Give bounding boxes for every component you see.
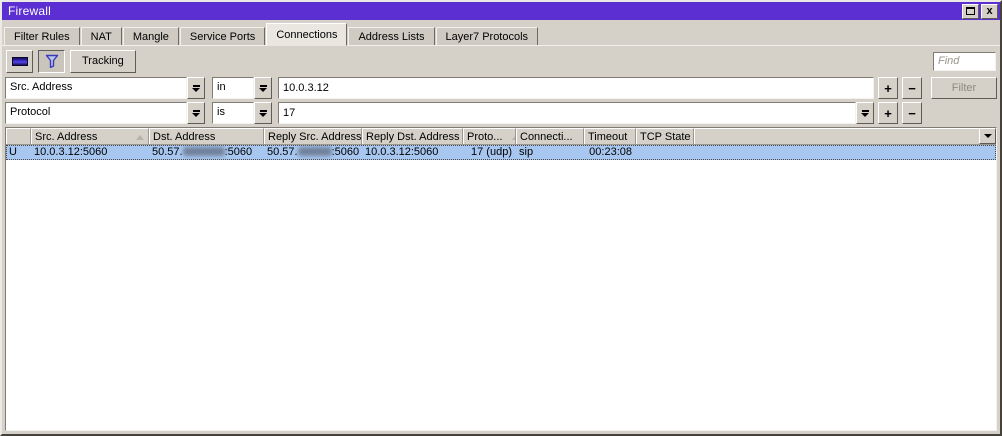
close-button[interactable]: x <box>981 3 998 19</box>
dst-address-prefix: 50.57. <box>152 146 183 158</box>
cell-reply-src-address: 50.57. :5060 <box>264 145 362 160</box>
filter-value-input-protocol[interactable] <box>278 102 856 124</box>
add-filter-button[interactable]: + <box>878 77 898 99</box>
filter-field-combo[interactable]: Src. Address <box>5 77 205 99</box>
reply-src-suffix: :5060 <box>331 146 360 158</box>
filter-field-value: Protocol <box>5 102 187 124</box>
dropdown-icon <box>259 109 267 117</box>
filter-field-value: Src. Address <box>5 77 187 99</box>
cell-timeout: 00:23:08 <box>589 146 632 158</box>
window-title: Firewall <box>8 4 51 18</box>
firewall-window: Firewall x Filter Rules NAT Mangle Servi… <box>0 0 1002 436</box>
sort-ascending-icon <box>136 135 144 140</box>
filter-operator-combo[interactable]: is <box>212 102 254 124</box>
cell-reply-dst-address: 10.0.3.12:5060 <box>365 146 439 158</box>
filter-field-combo[interactable]: Protocol <box>5 102 205 124</box>
maximize-icon <box>966 7 975 15</box>
filter-operator-value: in <box>212 77 254 99</box>
cell-tcp-state <box>636 145 694 160</box>
dropdown-button[interactable] <box>856 102 874 124</box>
add-filter-button[interactable]: + <box>878 102 898 124</box>
column-header-label: Src. Address <box>35 131 98 143</box>
column-header-src-address[interactable]: Src. Address <box>31 128 149 144</box>
toolbar: Tracking <box>2 46 1000 76</box>
dropdown-icon <box>861 109 869 117</box>
reply-src-prefix: 50.57. <box>267 146 298 158</box>
filter-operator-combo[interactable]: in <box>212 77 254 99</box>
column-header-reply-dst-address[interactable]: Reply Dst. Address <box>362 128 463 144</box>
chevron-down-icon <box>983 134 992 138</box>
dropdown-button[interactable] <box>187 77 205 99</box>
cell-dst-address: 50.57. :5060 <box>149 145 264 160</box>
remove-filter-button[interactable]: − <box>902 77 922 99</box>
dropdown-icon <box>192 109 200 117</box>
dropdown-button[interactable] <box>254 102 272 124</box>
cell-protocol: 17 (udp) <box>471 146 512 158</box>
column-header-timeout[interactable]: Timeout <box>584 128 636 144</box>
cell-filler <box>694 145 996 160</box>
column-header-filler <box>694 128 996 144</box>
find-input[interactable] <box>933 51 996 71</box>
tracking-button[interactable]: Tracking <box>70 49 136 73</box>
column-header-reply-src-address[interactable]: Reply Src. Address <box>264 128 362 144</box>
filter-area: Src. Address in + − Filter Protocol <box>2 76 1000 127</box>
column-select-button[interactable] <box>979 128 996 144</box>
dropdown-button[interactable] <box>254 77 272 99</box>
column-header-connection[interactable]: Connecti... <box>516 128 584 144</box>
connections-list: Src. Address Dst. Address Reply Src. Add… <box>5 127 997 431</box>
titlebar: Firewall x <box>2 2 1000 20</box>
column-header-tcp-state[interactable]: TCP State <box>636 128 694 144</box>
filter-row-protocol: Protocol is + − <box>5 102 997 124</box>
dropdown-icon <box>259 84 267 92</box>
tab-bar: Filter Rules NAT Mangle Service Ports Co… <box>2 20 1000 46</box>
remove-connection-button[interactable] <box>6 49 33 73</box>
tab-connections[interactable]: Connections <box>266 23 348 46</box>
tab-mangle[interactable]: Mangle <box>122 27 179 46</box>
cell-src-address: 10.0.3.12:5060 <box>34 146 108 158</box>
column-header-dst-address[interactable]: Dst. Address <box>149 128 264 144</box>
dropdown-button[interactable] <box>187 102 205 124</box>
connection-row-selected[interactable]: U 10.0.3.12:5060 50.57. :5060 50.57. :5060… <box>6 145 996 160</box>
column-header-flags[interactable] <box>6 128 31 144</box>
tab-filter-rules[interactable]: Filter Rules <box>4 27 80 46</box>
redacted-blur <box>182 147 225 156</box>
filter-row-src-address: Src. Address in + − Filter <box>5 77 997 99</box>
dropdown-icon <box>192 84 200 92</box>
minus-icon <box>11 56 28 66</box>
filter-operator-value: is <box>212 102 254 124</box>
column-header-protocol[interactable]: Proto... <box>463 128 516 144</box>
tab-service-ports[interactable]: Service Ports <box>179 27 266 46</box>
funnel-icon <box>45 54 58 68</box>
maximize-button[interactable] <box>962 3 979 19</box>
cell-connection-type: sip <box>519 146 534 158</box>
remove-filter-button[interactable]: − <box>902 102 922 124</box>
dst-address-suffix: :5060 <box>224 146 253 158</box>
tab-nat[interactable]: NAT <box>80 27 122 46</box>
tab-layer7-protocols[interactable]: Layer7 Protocols <box>435 27 539 46</box>
table-header: Src. Address Dst. Address Reply Src. Add… <box>6 128 996 145</box>
filter-value-input-src-address[interactable] <box>278 77 874 99</box>
tab-address-lists[interactable]: Address Lists <box>348 27 435 46</box>
cell-flags: U <box>9 146 17 158</box>
column-header-label: Proto... <box>467 131 503 143</box>
close-icon: x <box>986 5 993 17</box>
apply-filter-button[interactable]: Filter <box>931 77 997 99</box>
redacted-blur <box>297 147 332 156</box>
filter-toggle-button[interactable] <box>38 49 65 73</box>
